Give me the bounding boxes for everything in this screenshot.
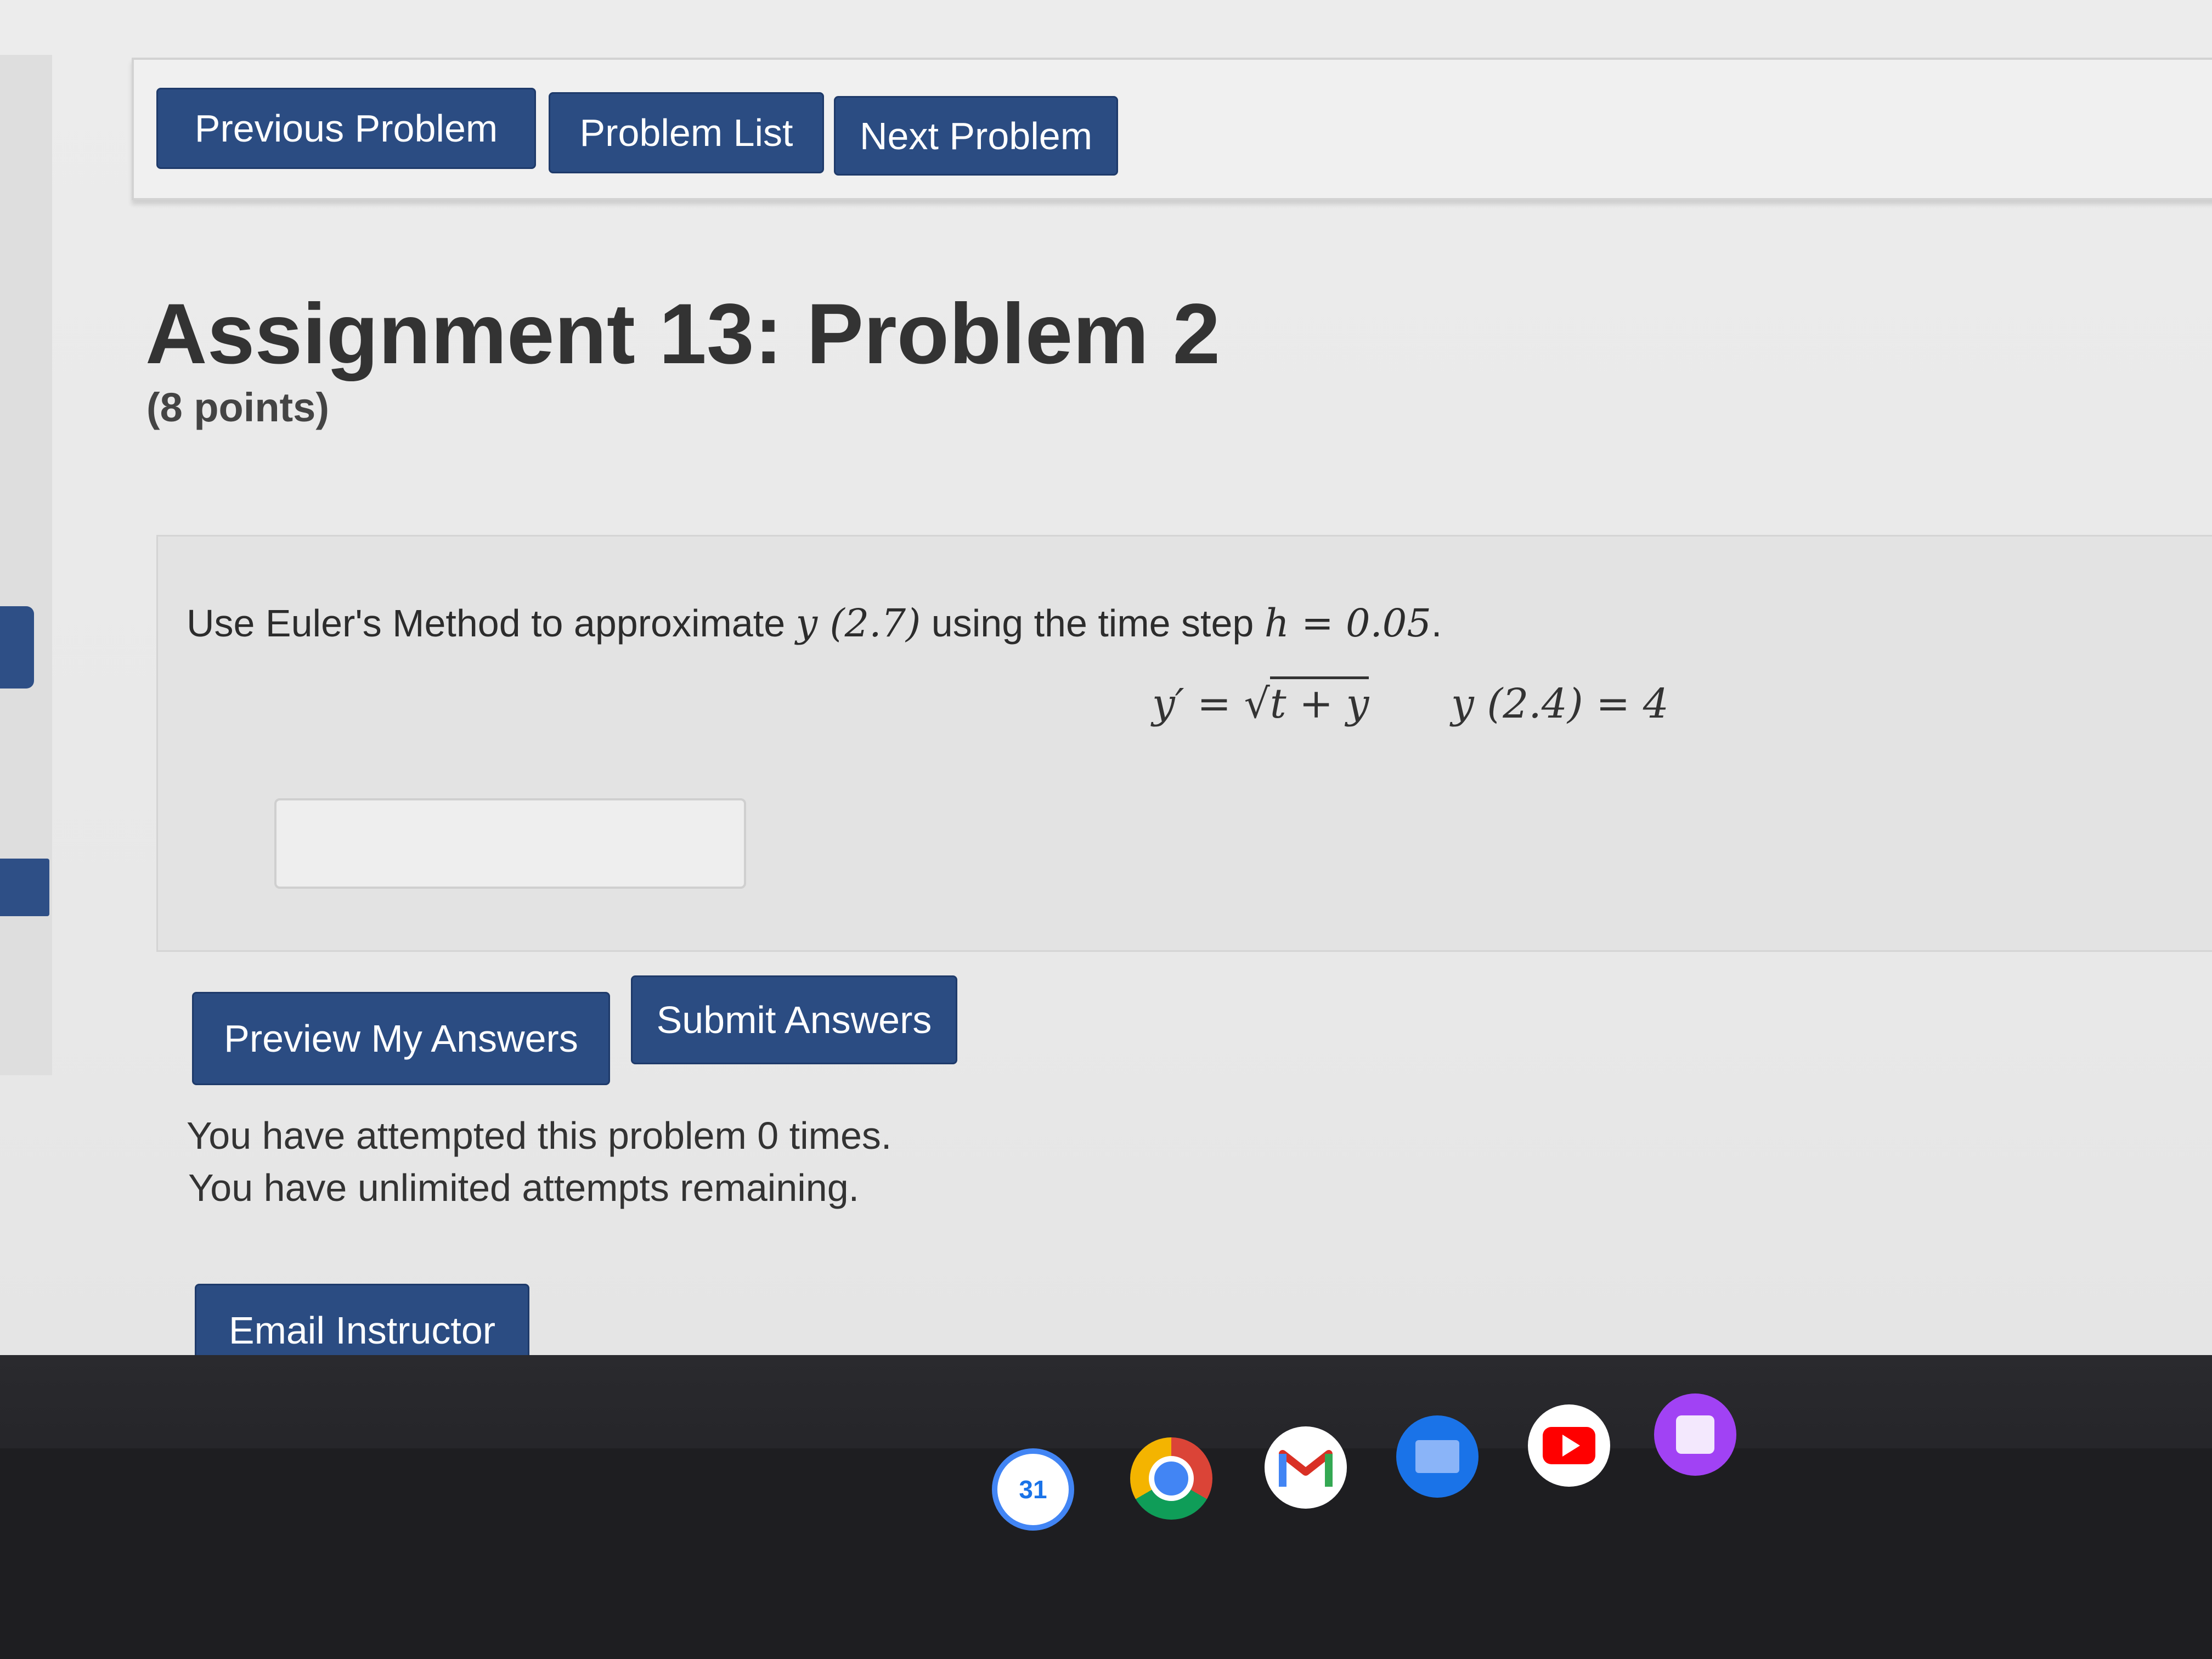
laptop-bezel [0, 1448, 2212, 1659]
problem-list-button[interactable]: Problem List [549, 92, 824, 173]
ode-lhs: y′ = [1152, 680, 1244, 727]
answer-input[interactable] [274, 798, 746, 889]
statement-mid: using the time step [921, 602, 1265, 645]
files-icon[interactable] [1396, 1415, 1479, 1498]
youtube-glyph [1543, 1427, 1595, 1464]
sidebar-tab-bottom[interactable] [0, 859, 49, 916]
statement-intro: Use Euler's Method to approximate [187, 602, 796, 645]
sidebar-tab-top[interactable] [0, 606, 34, 689]
next-problem-button[interactable]: Next Problem [834, 96, 1118, 176]
chrome-center [1149, 1456, 1194, 1501]
gallery-icon[interactable] [1654, 1393, 1736, 1476]
attempts-text: You have attempted this problem 0 times. [187, 1114, 892, 1157]
submit-answers-button[interactable]: Submit Answers [631, 975, 957, 1064]
gallery-glyph [1676, 1415, 1714, 1454]
folder-glyph [1415, 1440, 1459, 1473]
gmail-glyph [1279, 1450, 1333, 1487]
gmail-icon[interactable] [1265, 1426, 1347, 1509]
points-label: (8 points) [146, 385, 329, 430]
previous-problem-button[interactable]: Previous Problem [156, 88, 536, 169]
problem-body [156, 535, 2212, 952]
differential-equation: y′ = √t + y [1152, 676, 1369, 727]
sqrt-sign: √ [1244, 680, 1270, 727]
youtube-icon[interactable] [1528, 1404, 1610, 1487]
statement-end: . [1431, 602, 1442, 645]
preview-answers-button[interactable]: Preview My Answers [192, 992, 610, 1085]
initial-condition: y (2.4) = 4 [1451, 680, 1669, 727]
webwork-page: Previous Problem Problem List Next Probl… [0, 0, 2212, 1659]
time-step: h = 0.05 [1264, 601, 1431, 646]
target-value: y (2.7) [795, 601, 921, 646]
calendar-icon[interactable]: 31 [992, 1448, 1074, 1531]
remaining-attempts-text: You have unlimited attempts remaining. [188, 1166, 860, 1209]
play-icon [1562, 1435, 1580, 1457]
left-sidebar-edge [0, 55, 52, 1075]
chrome-icon[interactable] [1130, 1437, 1212, 1520]
ode-radicand: t + y [1269, 676, 1369, 727]
calendar-day: 31 [1019, 1475, 1047, 1504]
problem-statement: Use Euler's Method to approximate y (2.7… [187, 601, 1442, 646]
page-title: Assignment 13: Problem 2 [145, 286, 1221, 382]
